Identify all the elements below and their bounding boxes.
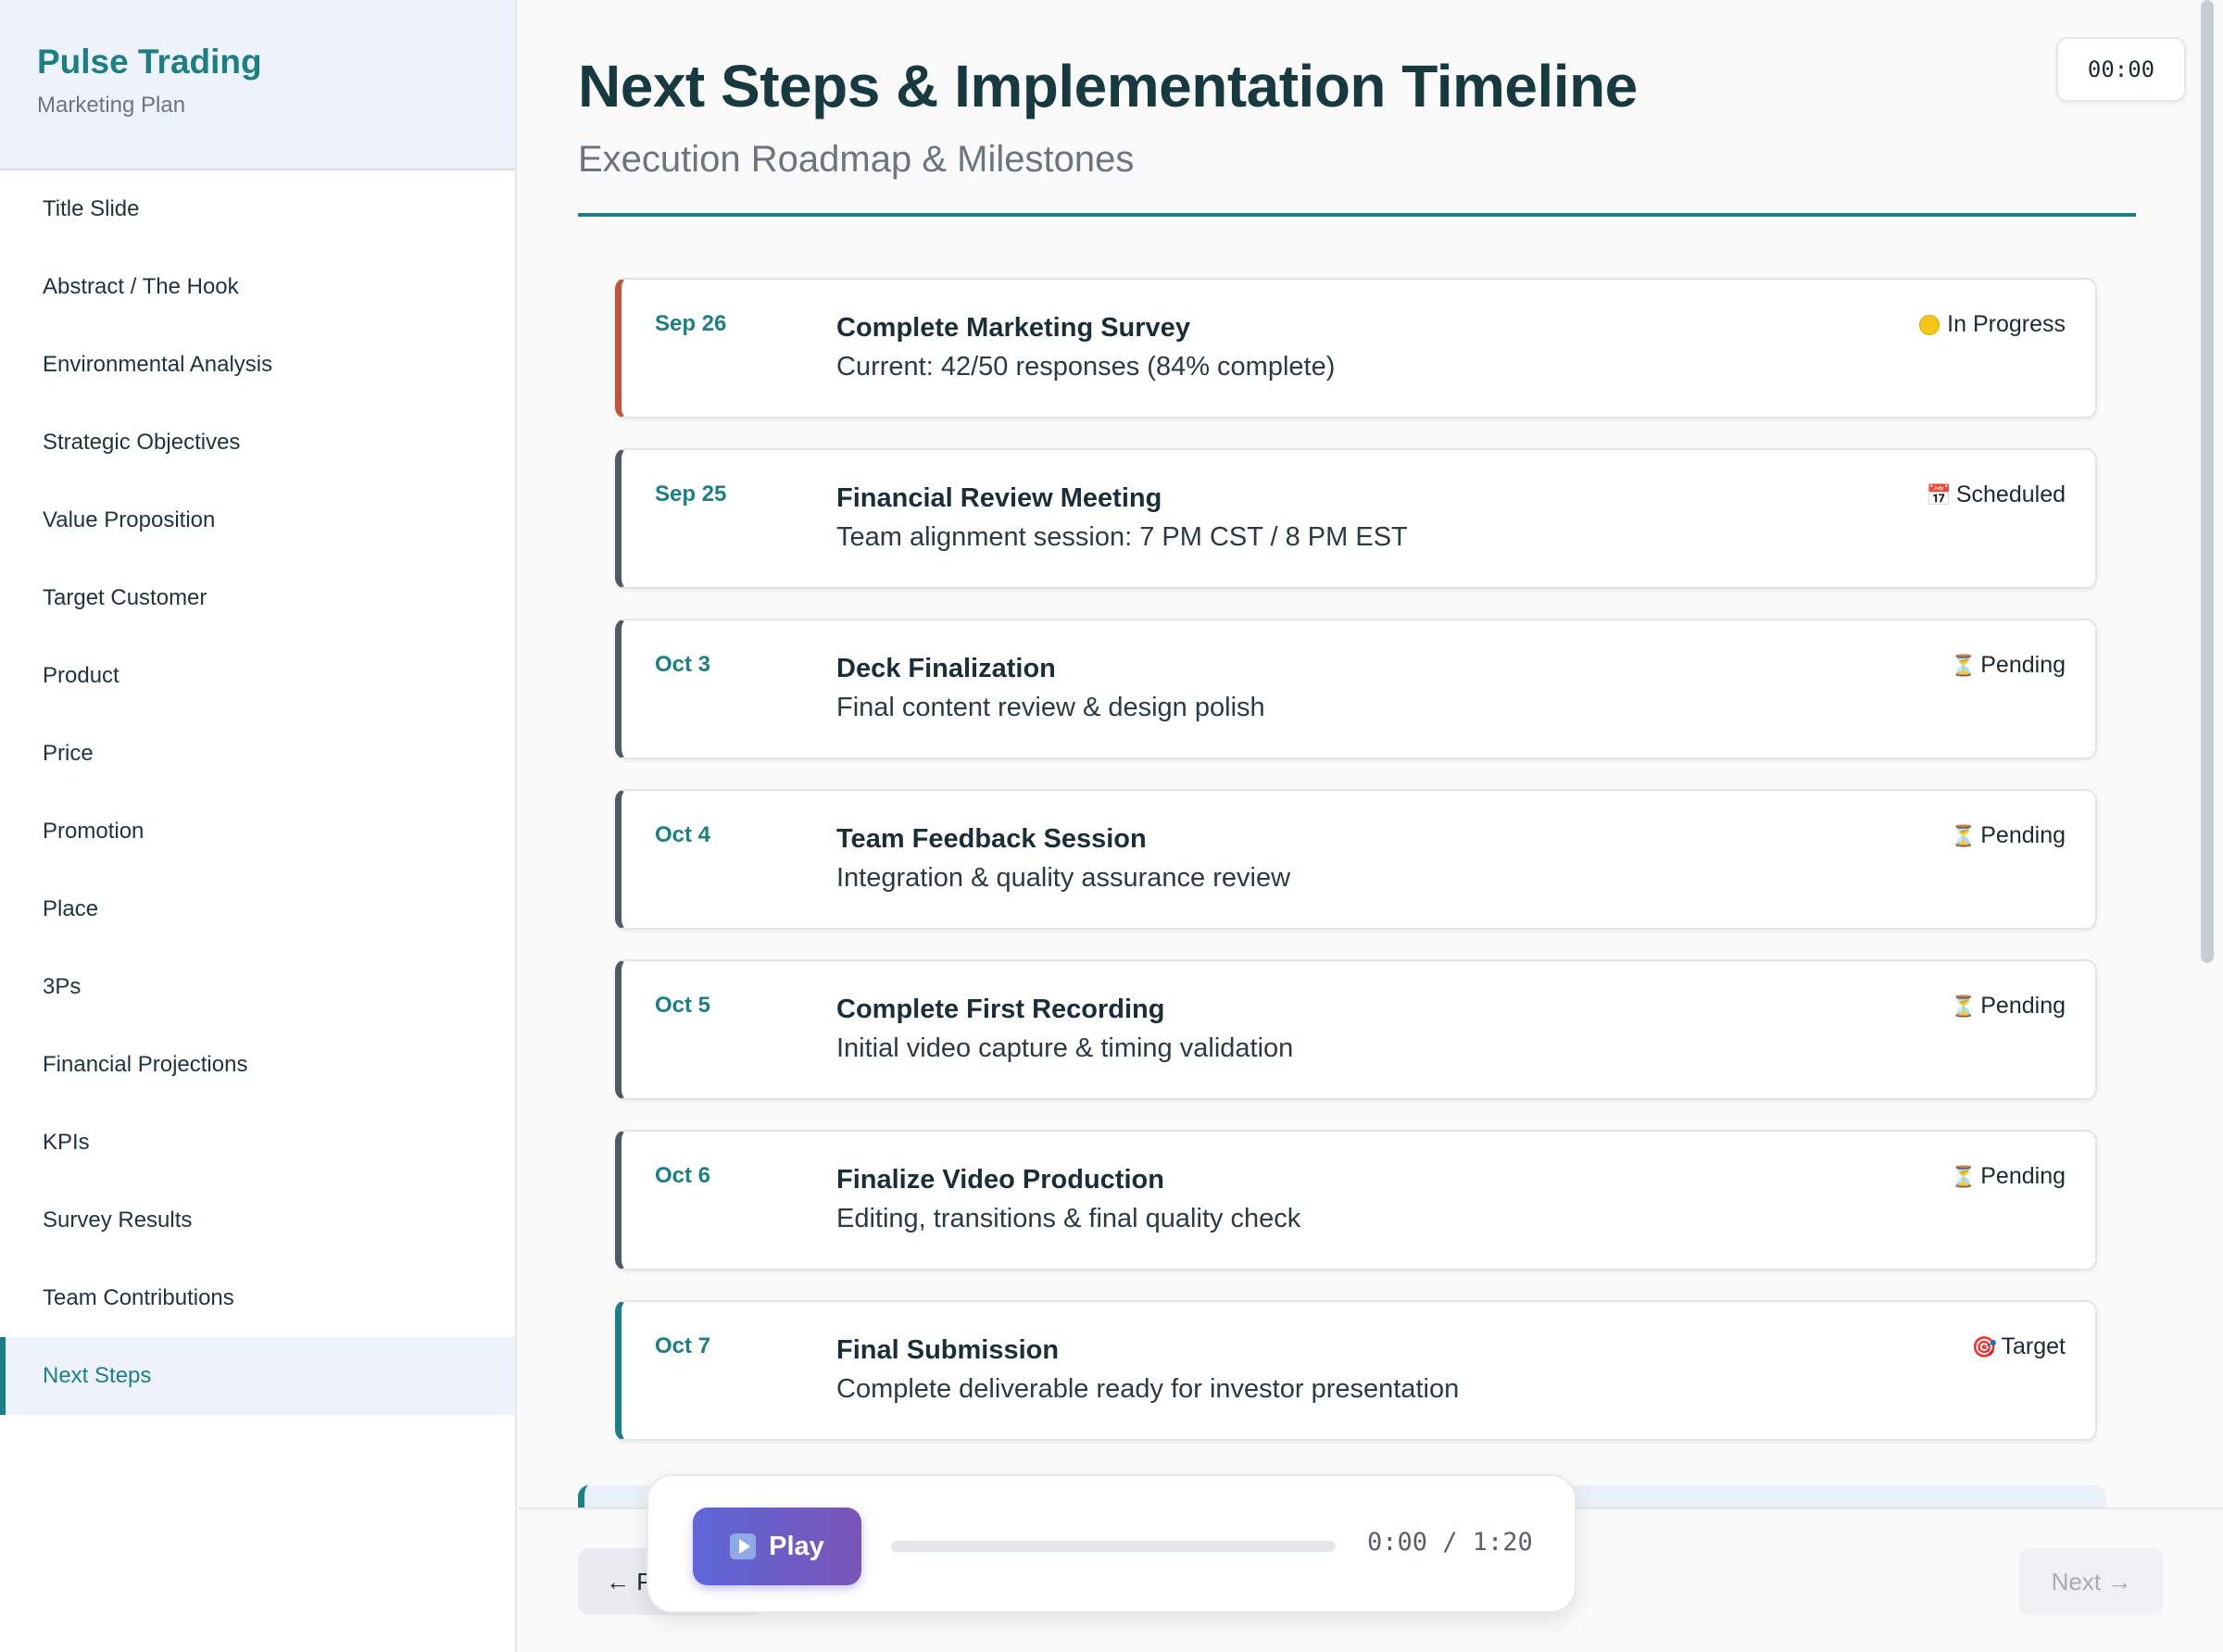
sidebar-item-abstract-the-hook[interactable]: Abstract / The Hook <box>0 248 515 326</box>
main-content: Next Steps & Implementation Timeline Exe… <box>519 0 2223 1652</box>
page-subtitle: Execution Roadmap & Milestones <box>578 139 1135 180</box>
brand-name: Pulse Trading <box>37 43 262 81</box>
status-label: Pending <box>1980 993 2066 1019</box>
timeline-list: Sep 26 Complete Marketing Survey Current: … <box>615 278 2097 1471</box>
status-badge: In Progress <box>1919 311 2066 338</box>
milestone-date: Oct 5 <box>655 993 711 1018</box>
sidebar-item-place[interactable]: Place <box>0 870 515 948</box>
milestone-description: Current: 42/50 responses (84% complete) <box>836 352 1336 382</box>
audio-player: Play 0:00 / 1:20 <box>647 1474 1576 1613</box>
timeline-card: Oct 6 Finalize Video Production Editing, t… <box>615 1130 2097 1270</box>
sidebar-item-price[interactable]: Price <box>0 715 515 793</box>
playback-progress-bar[interactable] <box>891 1541 1336 1552</box>
page-title: Next Steps & Implementation Timeline <box>578 53 1638 119</box>
hourglass-icon: ⏳ <box>1951 994 1977 1018</box>
sidebar-item-environmental-analysis[interactable]: Environmental Analysis <box>0 326 515 404</box>
status-badge: ⏳ Pending <box>1951 993 2066 1020</box>
sidebar-item-survey-results[interactable]: Survey Results <box>0 1182 515 1259</box>
hourglass-icon: ⏳ <box>1951 823 1977 847</box>
sidebar-item-target-customer[interactable]: Target Customer <box>0 559 515 637</box>
timeline-card: Sep 25 Financial Review Meeting Team align… <box>615 448 2097 589</box>
sidebar-item-title-slide[interactable]: Title Slide <box>0 170 515 248</box>
sidebar-item-product[interactable]: Product <box>0 637 515 715</box>
milestone-description: Editing, transitions & final quality che… <box>836 1204 1301 1233</box>
sidebar-item-promotion[interactable]: Promotion <box>0 793 515 870</box>
milestone-description: Integration & quality assurance review <box>836 863 1291 893</box>
hourglass-icon: ⏳ <box>1951 653 1977 677</box>
timeline-card: Oct 4 Team Feedback Session Integration & … <box>615 789 2097 930</box>
sidebar-item-kpis[interactable]: KPIs <box>0 1104 515 1182</box>
milestone-date: Sep 25 <box>655 482 727 507</box>
milestone-date: Oct 6 <box>655 1163 711 1188</box>
status-badge: 📅 Scheduled <box>1927 482 2066 508</box>
status-label: Pending <box>1980 822 2066 848</box>
sidebar-item-financial-projections[interactable]: Financial Projections <box>0 1026 515 1104</box>
status-label: In Progress <box>1947 311 2066 337</box>
status-badge: ⏳ Pending <box>1951 1163 2066 1190</box>
playback-time: 0:00 / 1:20 <box>1367 1528 1533 1557</box>
sidebar-item-next-steps[interactable]: Next Steps <box>0 1337 515 1415</box>
timeline-card: Sep 26 Complete Marketing Survey Current: … <box>615 278 2097 419</box>
timeline-card: Oct 5 Complete First Recording Initial vid… <box>615 959 2097 1100</box>
milestone-title: Deck Finalization <box>836 654 1056 683</box>
milestone-title: Complete Marketing Survey <box>836 313 1190 343</box>
brand-subtitle: Marketing Plan <box>37 93 186 118</box>
status-label: Pending <box>1980 652 2066 678</box>
milestone-description: Final content review & design polish <box>836 693 1265 722</box>
milestone-title: Finalize Video Production <box>836 1165 1164 1195</box>
timeline-card: Oct 3 Deck Finalization Final content revi… <box>615 619 2097 759</box>
play-icon <box>730 1533 757 1559</box>
milestone-date: Oct 4 <box>655 822 711 847</box>
milestone-description: Team alignment session: 7 PM CST / 8 PM … <box>836 522 1408 552</box>
milestone-date: Oct 7 <box>655 1333 711 1358</box>
calendar-icon: 📅 <box>1926 482 1953 507</box>
title-divider <box>578 213 2136 217</box>
slide-nav: Title Slide Abstract / The Hook Environmen… <box>0 170 515 1415</box>
status-label: Pending <box>1980 1163 2066 1189</box>
sidebar-item-value-proposition[interactable]: Value Proposition <box>0 482 515 559</box>
sidebar-item-3ps[interactable]: 3Ps <box>0 948 515 1026</box>
milestone-description: Complete deliverable ready for investor … <box>836 1374 1460 1404</box>
milestone-title: Financial Review Meeting <box>836 483 1162 513</box>
status-badge: ⏳ Pending <box>1951 652 2066 679</box>
play-button[interactable]: Play <box>693 1508 861 1585</box>
milestone-description: Initial video capture & timing validatio… <box>836 1033 1294 1063</box>
status-label: Scheduled <box>1955 482 2066 507</box>
play-label: Play <box>769 1531 824 1561</box>
sidebar: Pulse Trading Marketing Plan Title Slide… <box>0 0 517 1652</box>
target-icon: 🎯 <box>1971 1334 1997 1358</box>
sidebar-item-team-contributions[interactable]: Team Contributions <box>0 1259 515 1337</box>
milestone-title: Team Feedback Session <box>836 824 1147 854</box>
next-button[interactable]: Next → <box>2019 1548 2164 1615</box>
brand-header: Pulse Trading Marketing Plan <box>0 0 515 170</box>
milestone-date: Sep 26 <box>655 311 727 336</box>
timer-display: 00:00 <box>2056 37 2186 102</box>
milestone-title: Complete First Recording <box>836 995 1165 1024</box>
status-label: Target <box>2001 1333 2066 1359</box>
timeline-card: Oct 7 Final Submission Complete deliverabl… <box>615 1300 2097 1441</box>
status-badge: 🎯 Target <box>1972 1333 2066 1360</box>
yellow-dot-icon <box>1919 314 1940 335</box>
sidebar-item-strategic-objectives[interactable]: Strategic Objectives <box>0 404 515 482</box>
status-badge: ⏳ Pending <box>1951 822 2066 849</box>
scrollbar-thumb[interactable] <box>2201 0 2214 963</box>
milestone-date: Oct 3 <box>655 652 711 677</box>
milestone-title: Final Submission <box>836 1335 1060 1365</box>
hourglass-icon: ⏳ <box>1951 1164 1977 1188</box>
